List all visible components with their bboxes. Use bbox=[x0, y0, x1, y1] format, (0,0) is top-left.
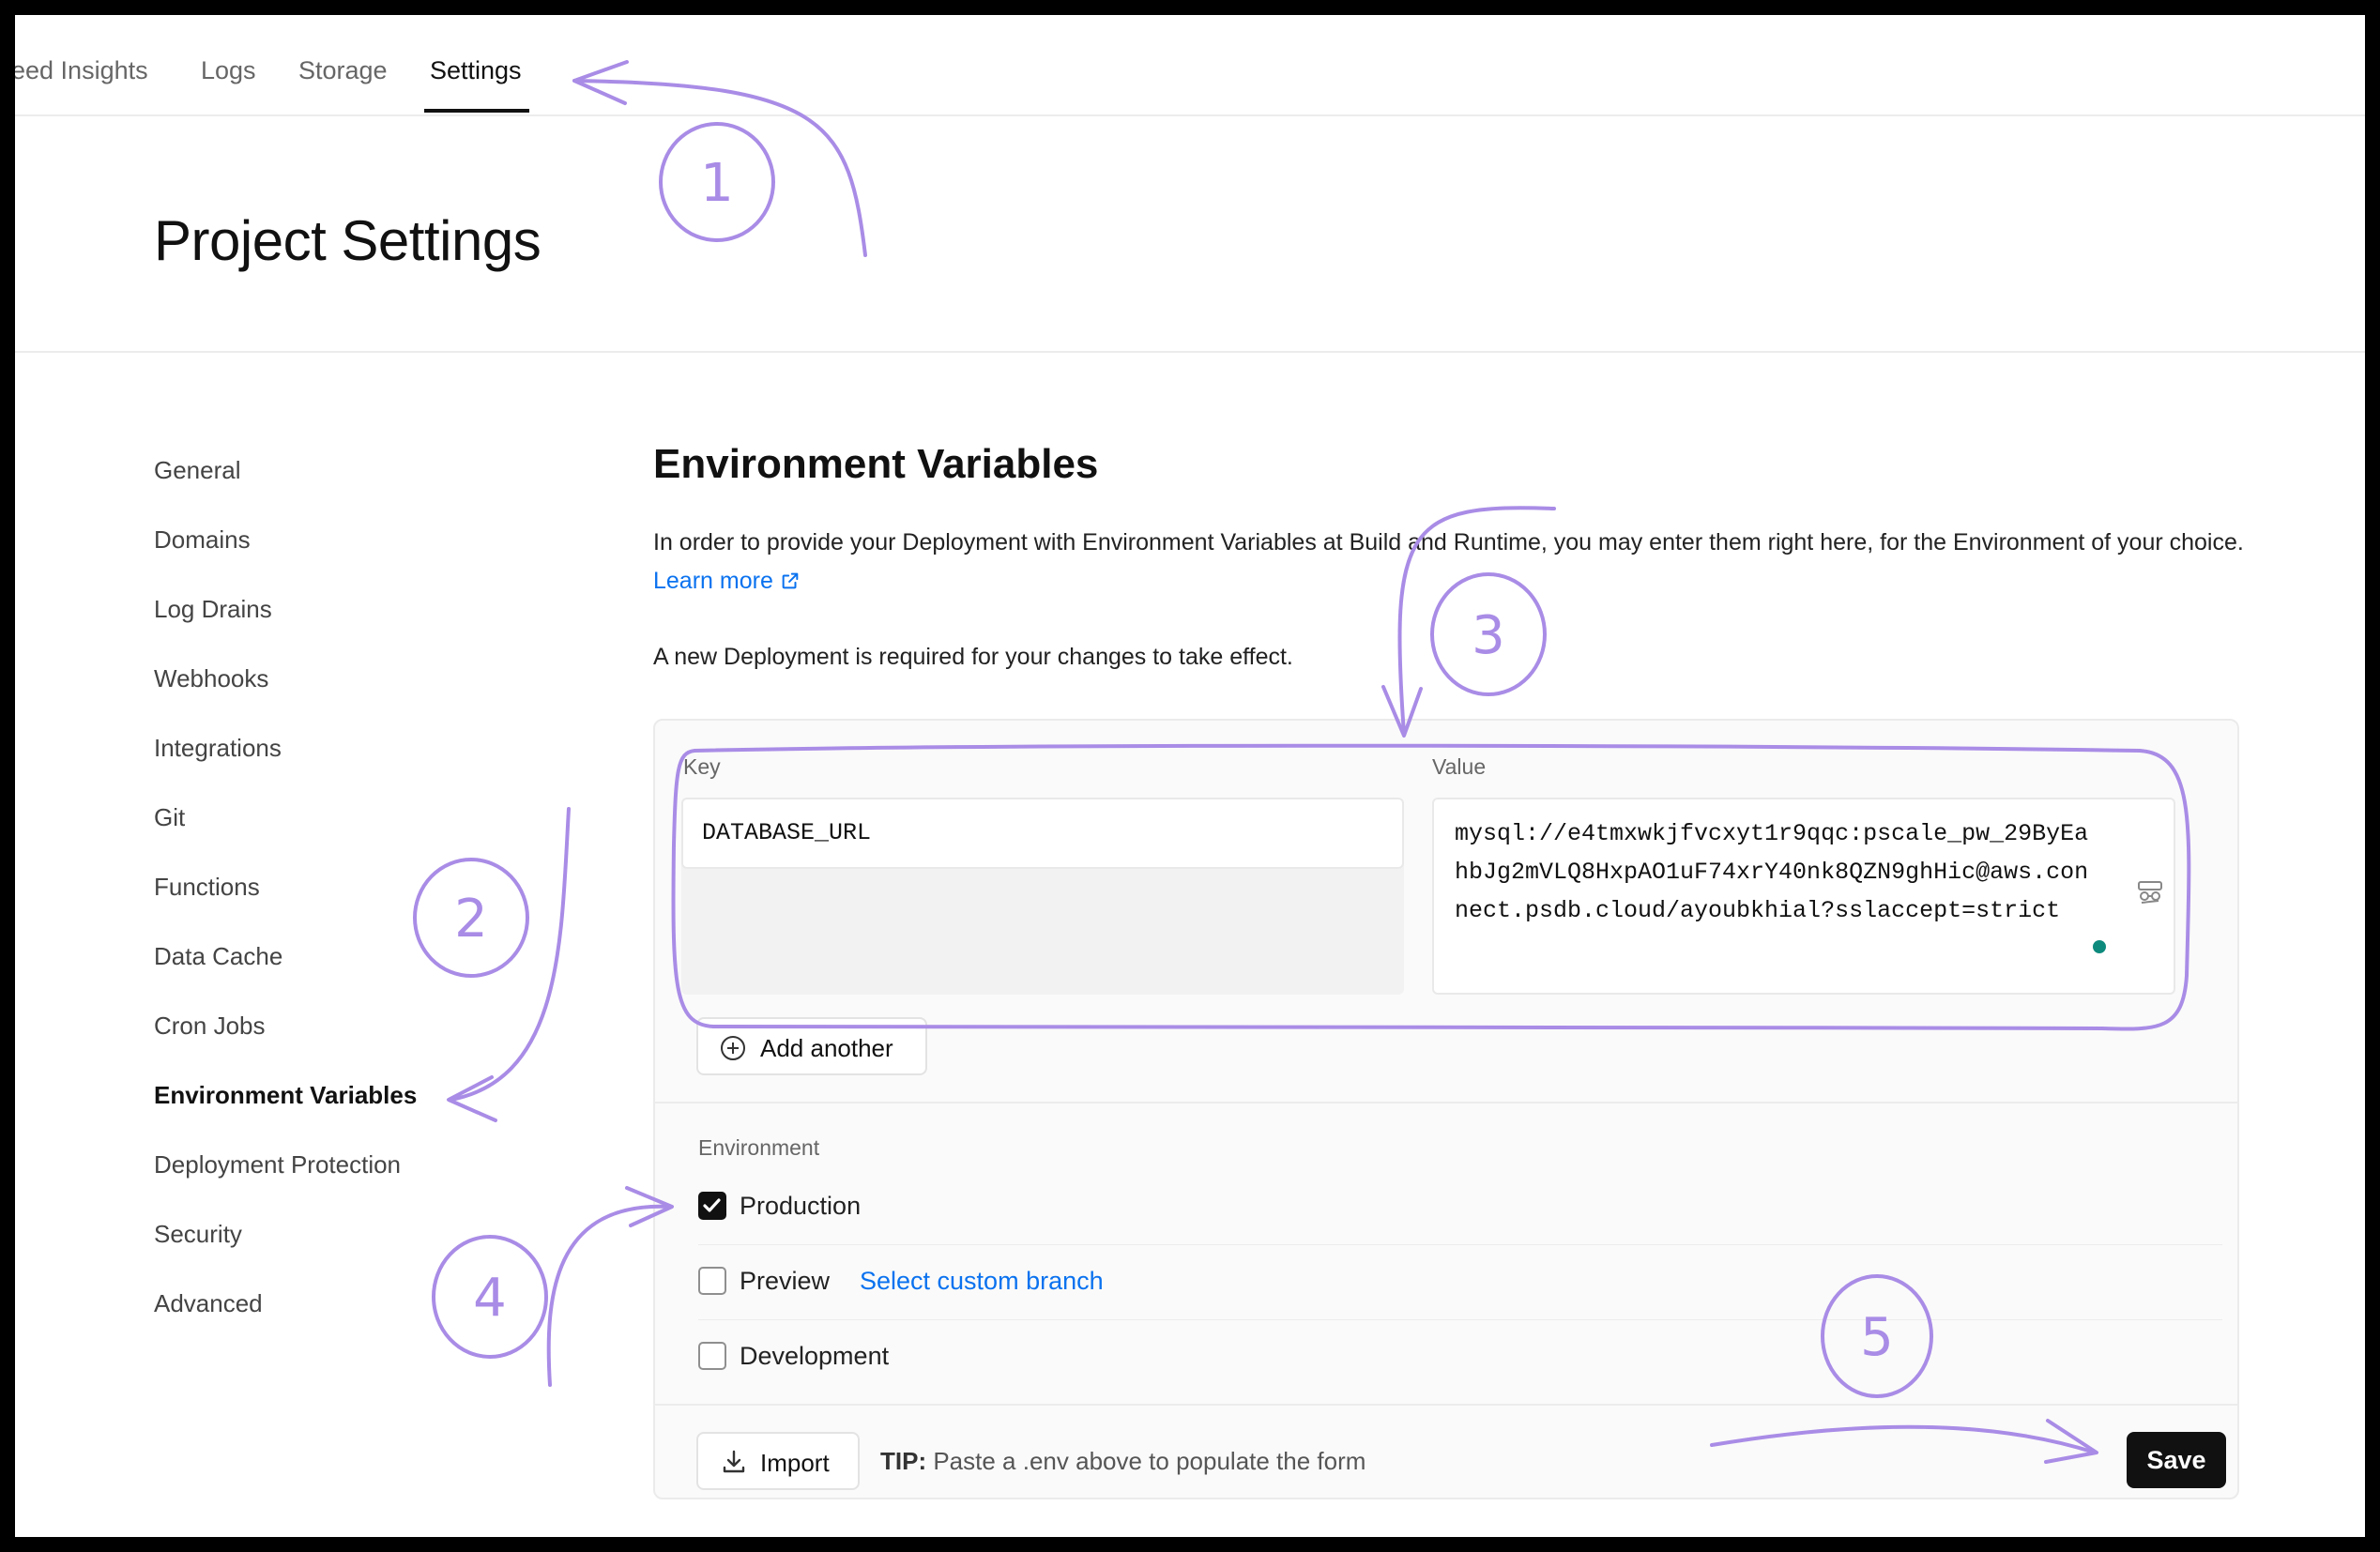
save-button[interactable]: Save bbox=[2127, 1432, 2226, 1488]
sidebar-item-advanced[interactable]: Advanced bbox=[154, 1289, 263, 1318]
checkmark-icon bbox=[703, 1198, 721, 1212]
preview-label: Preview bbox=[740, 1267, 831, 1295]
tab-settings[interactable]: Settings bbox=[430, 56, 522, 85]
preview-checkbox[interactable] bbox=[698, 1267, 726, 1295]
sidebar-item-log-drains[interactable]: Log Drains bbox=[154, 595, 272, 624]
import-label: Import bbox=[760, 1449, 830, 1477]
section-description: In order to provide your Deployment with… bbox=[653, 524, 2249, 601]
row-divider bbox=[698, 1319, 2222, 1320]
deployment-note: A new Deployment is required for your ch… bbox=[653, 644, 1293, 670]
key-label: Key bbox=[683, 754, 721, 779]
development-label: Development bbox=[740, 1342, 890, 1370]
sidebar-item-integrations[interactable]: Integrations bbox=[154, 734, 282, 763]
sidebar-item-data-cache[interactable]: Data Cache bbox=[154, 942, 282, 971]
app-frame: eed Insights Logs Storage Settings Proje… bbox=[15, 15, 2365, 1537]
section-title: Environment Variables bbox=[653, 441, 1099, 487]
tip-text: TIP: Paste a .env above to populate the … bbox=[880, 1447, 1365, 1476]
learn-more-link[interactable]: Learn more bbox=[653, 568, 801, 594]
value-text: mysql://e4tmxwkjfvcxyt1r9qqc:pscale_pw_2… bbox=[1455, 820, 2089, 924]
download-icon bbox=[723, 1450, 745, 1473]
sidebar-item-git[interactable]: Git bbox=[154, 803, 185, 832]
sidebar-item-environment-variables[interactable]: Environment Variables bbox=[154, 1081, 417, 1110]
tip-body: Paste a .env above to populate the form bbox=[933, 1447, 1366, 1475]
sidebar-item-webhooks[interactable]: Webhooks bbox=[154, 664, 268, 693]
tip-prefix: TIP: bbox=[880, 1447, 927, 1475]
environment-label: Environment bbox=[698, 1135, 820, 1160]
active-tab-indicator bbox=[424, 109, 529, 113]
external-link-icon bbox=[782, 572, 799, 589]
learn-more-label: Learn more bbox=[653, 568, 773, 594]
development-checkbox[interactable] bbox=[698, 1342, 726, 1370]
tab-logs[interactable]: Logs bbox=[201, 56, 256, 85]
description-text: In order to provide your Deployment with… bbox=[653, 529, 2244, 555]
top-nav: eed Insights Logs Storage Settings bbox=[15, 15, 2365, 116]
sidebar-item-cron-jobs[interactable]: Cron Jobs bbox=[154, 1012, 266, 1041]
sidebar-item-domains[interactable]: Domains bbox=[154, 525, 251, 555]
row-divider bbox=[698, 1244, 2222, 1245]
page-title: Project Settings bbox=[154, 209, 542, 272]
import-button[interactable]: Import bbox=[696, 1432, 860, 1490]
plus-circle-icon bbox=[721, 1036, 745, 1060]
form-footer-divider bbox=[655, 1404, 2237, 1406]
status-dot bbox=[2093, 940, 2106, 953]
value-label: Value bbox=[1432, 754, 1487, 779]
select-custom-branch-link[interactable]: Select custom branch bbox=[860, 1267, 1104, 1296]
sidebar-item-functions[interactable]: Functions bbox=[154, 873, 260, 902]
add-another-button[interactable]: Add another bbox=[696, 1017, 927, 1075]
key-input[interactable]: DATABASE_URL bbox=[681, 798, 1404, 869]
sidebar-item-general[interactable]: General bbox=[154, 456, 241, 485]
secret-icon[interactable] bbox=[2134, 876, 2166, 908]
production-label: Production bbox=[740, 1192, 862, 1220]
page-header: Project Settings bbox=[15, 114, 2365, 353]
tab-storage[interactable]: Storage bbox=[298, 56, 388, 85]
sidebar-item-deployment-protection[interactable]: Deployment Protection bbox=[154, 1150, 401, 1179]
tab-speed-insights[interactable]: eed Insights bbox=[15, 56, 148, 85]
add-another-label: Add another bbox=[760, 1034, 893, 1062]
form-divider bbox=[655, 1102, 2237, 1103]
value-input[interactable]: mysql://e4tmxwkjfvcxyt1r9qqc:pscale_pw_2… bbox=[1432, 798, 2175, 995]
sidebar-item-security[interactable]: Security bbox=[154, 1220, 242, 1249]
production-checkbox[interactable] bbox=[698, 1192, 726, 1220]
